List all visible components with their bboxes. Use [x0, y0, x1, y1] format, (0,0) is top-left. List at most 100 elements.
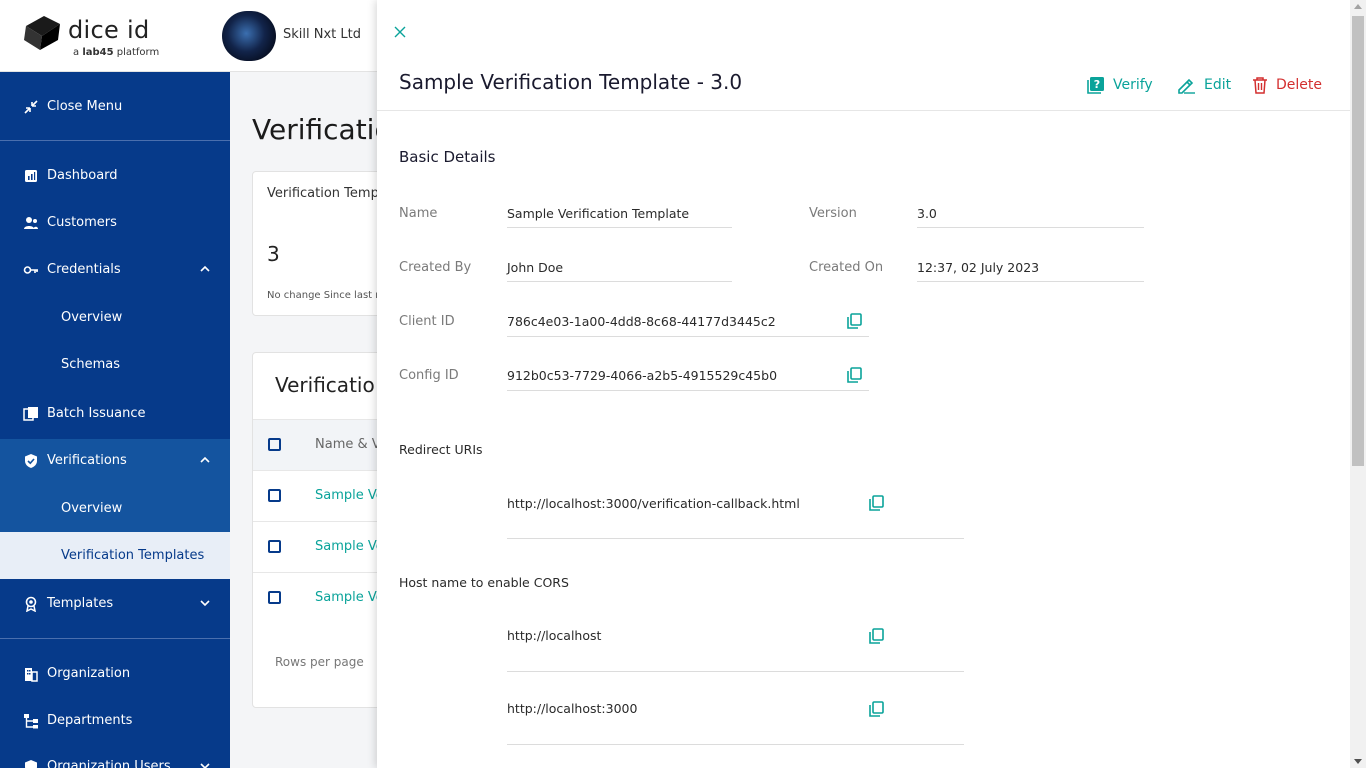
sidebar-item-label: Credentials — [47, 262, 121, 277]
redirect-uris-label: Redirect URIs — [399, 442, 483, 457]
sidebar-item-dashboard[interactable]: Dashboard — [0, 152, 230, 199]
copy-icon[interactable] — [868, 628, 884, 644]
sidebar-item-credentials[interactable]: Credentials — [0, 246, 230, 293]
building-icon — [25, 667, 38, 682]
sidebar-item-credentials-overview[interactable]: Overview — [0, 294, 230, 341]
row-checkbox[interactable] — [268, 489, 281, 502]
client-id-value: 786c4e03-1a00-4dd8-8c68-44177d3445c2 — [507, 314, 776, 329]
scroll-thumb[interactable] — [1352, 16, 1364, 466]
header-divider — [377, 110, 1350, 111]
close-icon[interactable] — [392, 24, 408, 40]
section-title-basic-details: Basic Details — [399, 148, 496, 166]
row-checkbox[interactable] — [268, 540, 281, 553]
copy-icon[interactable] — [846, 367, 862, 383]
customers-icon — [24, 216, 38, 229]
config-id-label: Config ID — [399, 368, 459, 383]
page-title: Verificatio — [252, 113, 392, 146]
config-id-value: 912b0c53-7729-4066-a2b5-4915529c45b0 — [507, 368, 778, 383]
key-icon — [23, 265, 38, 274]
sidebar-item-organization-users[interactable]: Organization Users — [0, 743, 230, 768]
dashboard-icon — [25, 169, 37, 182]
scroll-down-arrow[interactable] — [1354, 759, 1362, 764]
sidebar-item-verification-templates[interactable]: Verification Templates — [0, 532, 230, 579]
field-underline — [507, 227, 732, 228]
chevron-up-icon — [200, 265, 210, 272]
brand-tagline: a lab45 platform — [73, 47, 160, 58]
name-value: Sample Verification Template — [507, 206, 690, 221]
badge-icon — [25, 596, 37, 612]
created-on-value: 12:37, 02 July 2023 — [917, 260, 1040, 275]
select-all-checkbox[interactable] — [268, 438, 281, 451]
collapse-icon — [24, 99, 38, 114]
field-underline — [507, 671, 964, 672]
field-underline — [917, 227, 1144, 228]
created-by-label: Created By — [399, 260, 472, 275]
sidebar: Close Menu Dashboard Customers Credentia… — [0, 72, 230, 768]
name-label: Name — [399, 206, 438, 221]
row-link[interactable]: Sample Ve — [315, 539, 384, 554]
card-footer: No change Since last mo — [267, 290, 392, 301]
template-details-drawer: Sample Verification Template - 3.0 ? Ver… — [377, 0, 1350, 768]
sidebar-item-label: Batch Issuance — [47, 406, 146, 421]
sidebar-item-label: Templates — [47, 596, 114, 611]
sidebar-item-batch-issuance[interactable]: Batch Issuance — [0, 390, 230, 437]
field-underline — [507, 538, 964, 539]
sidebar-item-label: Organization Users — [47, 759, 171, 768]
dice-cube-icon — [24, 16, 60, 50]
sidebar-item-customers[interactable]: Customers — [0, 199, 230, 246]
page-scrollbar[interactable] — [1350, 0, 1366, 768]
sidebar-item-organization[interactable]: Organization — [0, 650, 230, 697]
version-label: Version — [809, 206, 857, 221]
cors-host-value: http://localhost:3000 — [507, 701, 638, 716]
row-link[interactable]: Sample Ve — [315, 488, 384, 503]
sidebar-item-verifications-overview[interactable]: Overview — [0, 485, 230, 532]
copy-icon[interactable] — [868, 701, 884, 717]
rows-per-page-label: Rows per page — [275, 655, 364, 669]
version-value: 3.0 — [917, 206, 937, 221]
sidebar-item-label: Verifications — [47, 453, 127, 468]
verify-icon: ? — [1087, 77, 1104, 94]
shield-icon — [25, 453, 37, 468]
field-underline — [507, 281, 732, 282]
column-header-name[interactable]: Name & V — [315, 437, 381, 452]
card-count: 3 — [267, 242, 280, 266]
sidebar-item-close-menu[interactable]: Close Menu — [0, 83, 230, 130]
user-shield-icon — [25, 759, 37, 768]
sidebar-item-verifications[interactable]: Verifications — [0, 437, 230, 484]
sidebar-item-templates[interactable]: Templates — [0, 580, 230, 627]
redirect-uri-value: http://localhost:3000/verification-callb… — [507, 496, 800, 511]
table-title: Verificatio — [275, 373, 375, 397]
sidebar-item-label: Departments — [47, 713, 133, 728]
row-checkbox[interactable] — [268, 591, 281, 604]
copy-icon[interactable] — [868, 495, 884, 511]
trash-icon — [1253, 77, 1267, 94]
pencil-icon — [1178, 78, 1195, 94]
organization-name[interactable]: Skill Nxt Ltd — [283, 27, 361, 42]
delete-button[interactable]: Delete — [1252, 74, 1322, 96]
copy-icon[interactable] — [846, 313, 862, 329]
sidebar-divider — [0, 638, 230, 639]
field-underline — [507, 336, 869, 337]
sidebar-item-label: Organization — [47, 666, 131, 681]
batch-icon — [23, 406, 38, 421]
created-on-label: Created On — [809, 260, 884, 275]
field-underline — [507, 390, 869, 391]
row-link[interactable]: Sample Ve — [315, 590, 384, 605]
field-underline — [917, 281, 1144, 282]
sidebar-item-departments[interactable]: Departments — [0, 697, 230, 744]
sidebar-divider — [0, 140, 230, 141]
chevron-down-icon — [200, 763, 210, 768]
sidebar-item-schemas[interactable]: Schemas — [0, 341, 230, 388]
chevron-down-icon — [200, 600, 210, 607]
scroll-up-arrow[interactable] — [1354, 4, 1362, 9]
drawer-title: Sample Verification Template - 3.0 — [399, 70, 743, 94]
sidebar-item-label: Close Menu — [47, 99, 123, 114]
chevron-up-icon — [200, 456, 210, 463]
edit-button[interactable]: Edit — [1176, 74, 1231, 96]
cors-hosts-label: Host name to enable CORS — [399, 575, 569, 590]
verify-button[interactable]: ? Verify — [1087, 74, 1153, 96]
organization-avatar[interactable] — [222, 11, 276, 61]
created-by-value: John Doe — [507, 260, 564, 275]
dice-id-logo[interactable]: dice id a lab45 platform — [22, 12, 162, 62]
field-underline — [507, 744, 964, 745]
